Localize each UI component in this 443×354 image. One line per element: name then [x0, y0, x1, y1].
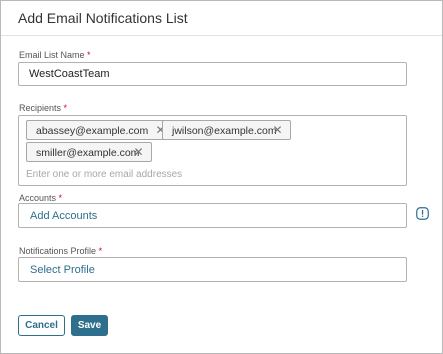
accounts-label: Accounts *: [19, 193, 62, 203]
recipient-chip: abassey@example.com ✕: [26, 120, 174, 140]
recipient-chip: smiller@example.com ✕: [26, 142, 152, 162]
add-accounts-field[interactable]: Add Accounts: [18, 203, 407, 228]
required-marker: *: [98, 246, 103, 256]
required-marker: *: [63, 103, 68, 113]
accounts-label-text: Accounts: [19, 193, 57, 203]
notifications-profile-label: Notifications Profile *: [19, 246, 102, 256]
save-button[interactable]: Save: [71, 315, 108, 336]
recipient-chip-email: jwilson@example.com: [172, 125, 277, 137]
select-profile-field[interactable]: Select Profile: [18, 257, 407, 282]
email-list-name-label-text: Email List Name: [19, 50, 85, 60]
required-marker: *: [87, 50, 91, 60]
add-email-notifications-dialog: Add Email Notifications List Email List …: [0, 0, 443, 354]
recipient-chip-email: smiller@example.com: [36, 147, 140, 159]
info-icon[interactable]: [416, 207, 429, 220]
dialog-title: Add Email Notifications List: [18, 10, 188, 26]
add-accounts-link[interactable]: Add Accounts: [30, 210, 97, 222]
recipients-label: Recipients *: [19, 103, 67, 113]
email-list-name-input[interactable]: WestCoastTeam: [18, 62, 407, 86]
email-list-name-value: WestCoastTeam: [29, 68, 110, 80]
recipients-label-text: Recipients: [19, 103, 62, 113]
dialog-header: Add Email Notifications List: [1, 1, 442, 36]
recipient-chip: jwilson@example.com ✕: [162, 120, 291, 140]
required-marker: *: [58, 193, 63, 203]
recipients-input[interactable]: abassey@example.com ✕ jwilson@example.co…: [18, 115, 407, 186]
select-profile-link[interactable]: Select Profile: [30, 264, 95, 276]
recipient-chip-email: abassey@example.com: [36, 125, 149, 137]
notifications-profile-label-text: Notifications Profile: [19, 246, 97, 256]
email-list-name-label: Email List Name *: [19, 50, 91, 60]
cancel-button[interactable]: Cancel: [18, 315, 65, 336]
remove-chip-icon[interactable]: ✕: [132, 146, 145, 159]
recipients-placeholder: Enter one or more email addresses: [26, 169, 183, 180]
remove-chip-icon[interactable]: ✕: [271, 124, 284, 137]
